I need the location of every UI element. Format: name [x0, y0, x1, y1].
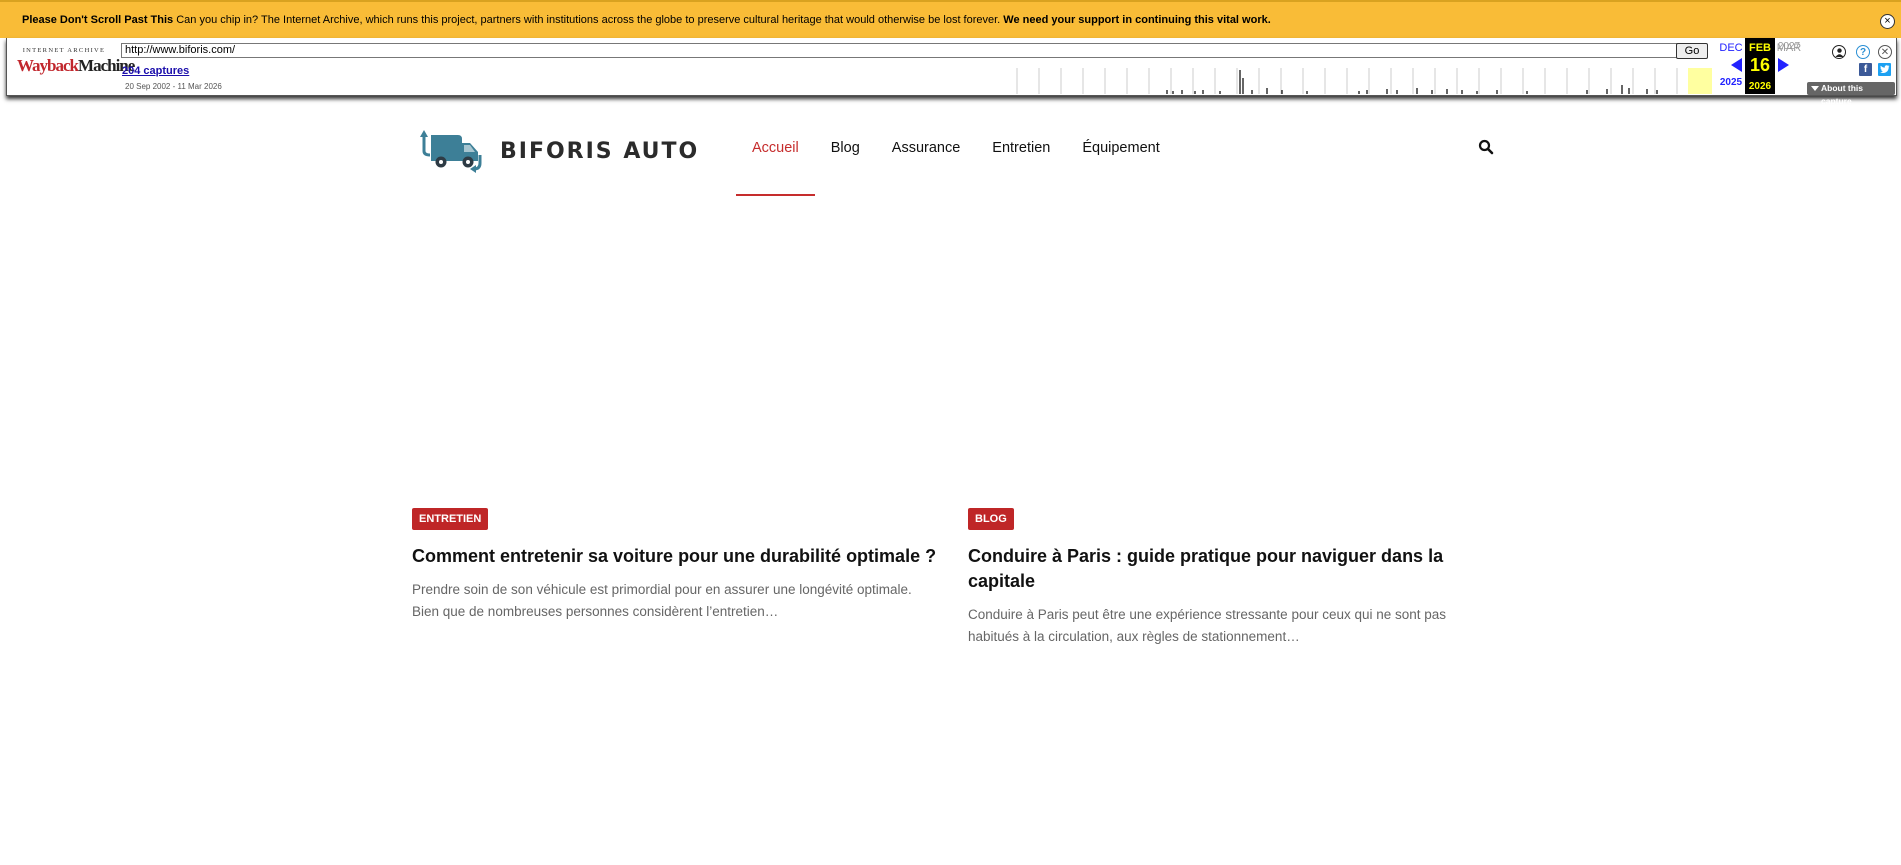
nav-item-entretien[interactable]: Entretien: [976, 130, 1066, 196]
user-account-icon[interactable]: [1832, 45, 1846, 59]
calendar-current-day: 16: [1749, 55, 1771, 75]
category-badge[interactable]: ENTRETIEN: [412, 508, 489, 530]
donation-text: Please Don't Scroll Past This Can you ch…: [22, 14, 1271, 26]
wayback-date-range: 20 Sep 2002 - 11 Mar 2026: [125, 82, 222, 91]
nav-item-accueil[interactable]: Accueil: [736, 130, 815, 196]
main-nav: Accueil Blog Assurance Entretien Équipem…: [736, 130, 1176, 196]
twitter-icon[interactable]: [1878, 63, 1891, 76]
wayback-toolbar: INTERNET ARCHIVE WaybackMachine http://w…: [6, 38, 1897, 106]
post-excerpt: Conduire à Paris peut être une expérienc…: [968, 607, 1447, 644]
car-logo-icon: [420, 130, 482, 173]
donation-message: Can you chip in? The Internet Archive, w…: [173, 14, 1004, 26]
nav-item-assurance[interactable]: Assurance: [876, 130, 977, 196]
post-card: BLOG Conduire à Paris : guide pratique p…: [968, 508, 1478, 648]
donation-banner: Please Don't Scroll Past This Can you ch…: [0, 0, 1901, 38]
donation-headline: Please Don't Scroll Past This: [22, 14, 174, 26]
help-icon[interactable]: ?: [1856, 45, 1870, 59]
post-excerpt: Prendre soin de son véhicule est primord…: [412, 582, 912, 619]
facebook-icon[interactable]: f: [1859, 63, 1872, 76]
calendar-current-capture: FEB 16 2026: [1745, 38, 1775, 94]
nav-item-equipement[interactable]: Équipement: [1066, 130, 1175, 196]
wayback-captures-link[interactable]: 204 captures: [122, 65, 189, 77]
wayback-go-button[interactable]: Go: [1676, 43, 1708, 59]
calendar-prev-year[interactable]: 2025: [1717, 77, 1745, 88]
close-toolbar-icon[interactable]: ✕: [1878, 45, 1892, 59]
wayback-url-input[interactable]: http://www.biforis.com/: [121, 43, 1680, 58]
wayback-logo[interactable]: INTERNET ARCHIVE WaybackMachine: [17, 47, 135, 87]
site-title: BIFORIS AUTO: [500, 138, 700, 164]
calendar-next-month: MAR 2027: [1776, 41, 1802, 54]
post-title[interactable]: Comment entretenir sa voiture pour une d…: [412, 544, 942, 569]
donation-close-button[interactable]: ×: [1880, 14, 1895, 29]
category-badge[interactable]: BLOG: [968, 508, 1014, 530]
wayback-logo-wordmark: WaybackMachine: [17, 56, 135, 75]
calendar-prev-arrow-icon[interactable]: [1731, 58, 1742, 72]
nav-item-blog[interactable]: Blog: [815, 130, 876, 196]
search-icon[interactable]: [1478, 139, 1496, 157]
calendar-prev-month[interactable]: DEC 2025: [1717, 38, 1745, 88]
site-logo[interactable]: BIFORIS AUTO: [420, 127, 699, 173]
about-this-capture-button[interactable]: About this capture: [1807, 82, 1895, 106]
wayback-sparkline[interactable]: [1007, 68, 1707, 94]
wayback-logo-top: INTERNET ARCHIVE: [22, 47, 106, 54]
post-card: ENTRETIEN Comment entretenir sa voiture …: [412, 508, 942, 623]
donation-appeal: We need your support in continuing this …: [1003, 14, 1271, 26]
post-title[interactable]: Conduire à Paris : guide pratique pour n…: [968, 544, 1478, 594]
calendar-next-arrow-icon[interactable]: [1778, 58, 1789, 72]
calendar-current-year: 2026: [1748, 81, 1772, 92]
calendar-next-year: 2027: [1777, 41, 1801, 52]
